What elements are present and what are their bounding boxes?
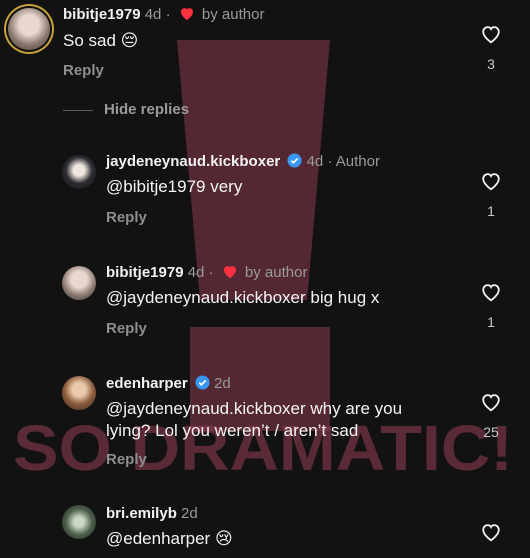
avatar[interactable] [62, 505, 96, 539]
like-heart-icon[interactable] [480, 281, 502, 303]
heart-icon [180, 8, 193, 21]
comment-text-line-1: @jaydeneynaud.kickboxer why are you [106, 399, 403, 418]
heart-icon [223, 266, 236, 279]
username[interactable]: edenharper [106, 375, 188, 392]
username[interactable]: bibitje1979 [106, 264, 184, 281]
reply-button[interactable]: Reply [63, 62, 104, 79]
like-heart-icon[interactable] [480, 391, 502, 413]
comment-text: @bibitje1979 very [106, 177, 243, 196]
username[interactable]: bibitje1979 [63, 6, 141, 23]
comment-text: @edenharper 😢 [106, 529, 233, 548]
comment-text: So sad 😔 [63, 31, 139, 50]
verified-badge-icon [195, 375, 210, 390]
verified-badge-icon [287, 153, 302, 168]
time: 2d [181, 505, 198, 522]
avatar[interactable] [62, 266, 96, 300]
author-badge: Author [335, 153, 380, 170]
comment-text-line-2: lying? Lol you weren’t / aren’t sad [106, 421, 359, 440]
reply-button[interactable]: Reply [106, 451, 147, 468]
hide-replies-button[interactable]: Hide replies [104, 101, 189, 118]
comment-text: @jaydeneynaud.kickboxer big hug x [106, 288, 380, 307]
like-count: 1 [487, 203, 495, 219]
like-heart-icon[interactable] [480, 170, 502, 192]
exclamation-bar [177, 40, 330, 300]
avatar[interactable] [62, 376, 96, 410]
avatar[interactable] [8, 8, 50, 50]
time: 2d [214, 375, 231, 392]
time: 4d [187, 264, 205, 281]
reply-button[interactable]: Reply [106, 209, 147, 226]
by-author-badge: by author [244, 264, 308, 281]
time: 4d [306, 153, 324, 170]
like-heart-icon[interactable] [480, 521, 502, 543]
like-heart-icon[interactable] [480, 23, 502, 45]
username[interactable]: bri.emilyb [106, 505, 177, 522]
like-count: 3 [487, 56, 495, 72]
avatar[interactable] [62, 155, 96, 189]
username[interactable]: jaydeneynaud.kickboxer [106, 153, 280, 170]
hide-replies-divider [63, 110, 93, 111]
reply-button[interactable]: Reply [106, 320, 147, 337]
like-count: 1 [487, 314, 495, 330]
time: 4d [144, 6, 162, 23]
like-count: 25 [483, 424, 499, 440]
by-author-badge: by author [201, 6, 265, 23]
